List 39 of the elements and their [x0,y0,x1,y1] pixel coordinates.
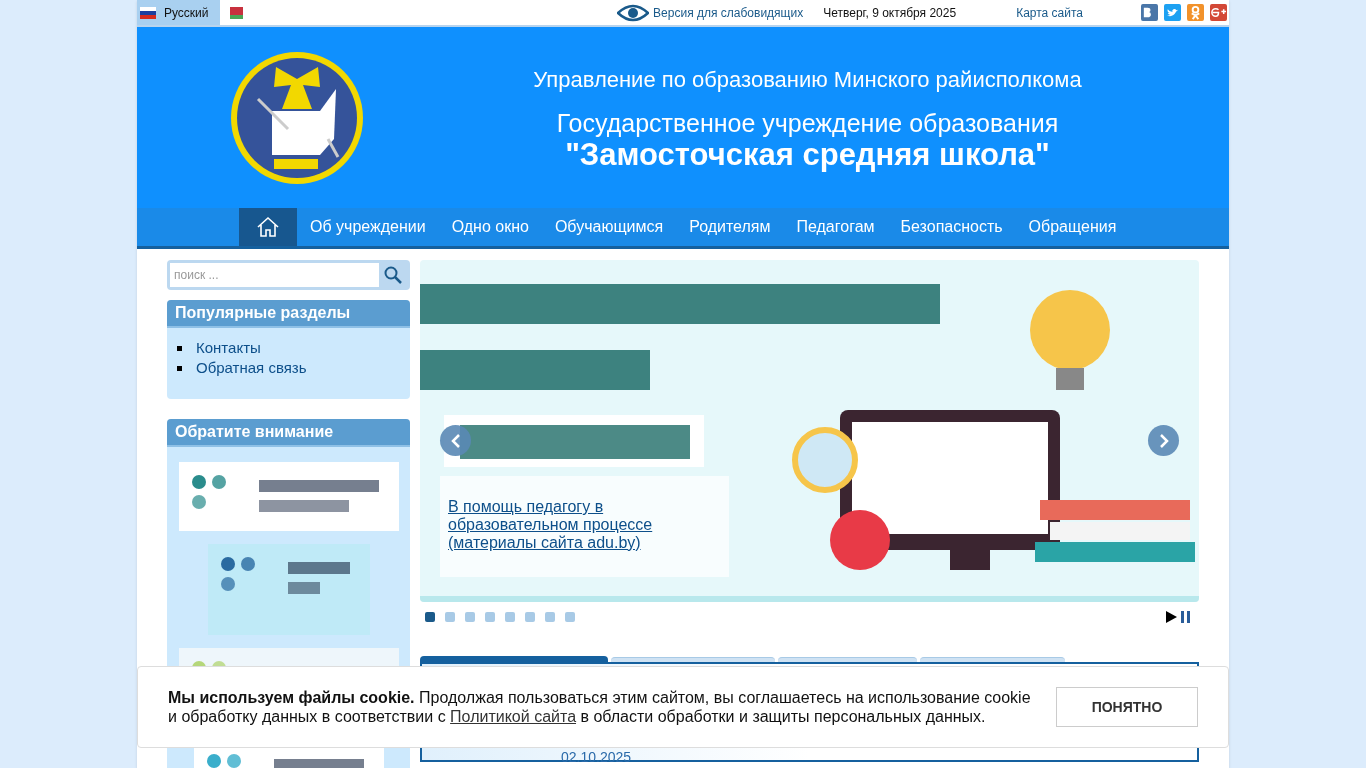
search-field[interactable]: поиск ... [170,263,379,287]
sidebar-link[interactable]: Обратная связь [196,358,307,378]
pause-icon[interactable] [1181,611,1190,623]
current-date: Четверг, 9 октября 2025 [823,4,957,22]
sidebar-link[interactable]: Контакты [196,338,261,358]
vk-icon[interactable] [1141,4,1158,21]
nav-item[interactable]: Родителям [676,208,784,246]
panel-title: Популярные разделы [167,300,410,328]
language-option[interactable]: Русский [137,0,220,25]
school-type: Государственное учреждение образования [556,108,1059,138]
chevron-left-icon [449,432,462,449]
nav-item[interactable]: Обращения [1015,208,1130,246]
search-icon [384,266,402,284]
flag-icon [140,6,156,19]
nav-item[interactable]: Обучающимся [541,208,677,246]
nav-item[interactable]: Об учреждении [297,208,439,246]
slide-caption-link[interactable]: В помощь педагогу в образовательном процессе (материалы сайта adu.by) [440,476,729,577]
home-tab[interactable] [239,208,297,246]
play-icon[interactable] [1166,611,1177,623]
nav-item[interactable]: Педагогам [783,208,888,246]
home-icon [256,216,280,238]
bullet-icon [177,365,182,371]
sitemap-link[interactable]: Карта сайта [1016,3,1083,22]
accept-button[interactable]: ПОНЯТНО [1056,687,1198,727]
privacy-policy-link[interactable]: Политикой сайта [450,708,577,725]
bullet-icon [177,345,182,351]
flag-icon [226,6,243,19]
bird-icon[interactable] [1164,4,1181,21]
panel-title: Обратите внимание [167,419,410,447]
google-plus-icon[interactable] [1210,4,1227,21]
person-icon[interactable] [1187,4,1204,21]
nav-item[interactable]: Безопасность [887,208,1016,246]
eye-icon [617,3,650,22]
school-name: "Замосточская средняя школа" [565,138,1050,172]
header-subtitle: Управление по образованию Минского райисполкома [533,66,1082,94]
accessibility-link[interactable]: Версия для слабовидящих [653,3,804,22]
nav-item[interactable]: Одно окно [438,208,542,246]
chevron-right-icon [1157,432,1170,449]
cookie-notice-text: Мы используем файлы cookie. Продолжая пользоваться этим сайтом, вы соглашаетесь на использование cookie и обработку данных в соответствии с Политикой сайта в области обработки и защиты персональных данных. [168,688,1032,726]
